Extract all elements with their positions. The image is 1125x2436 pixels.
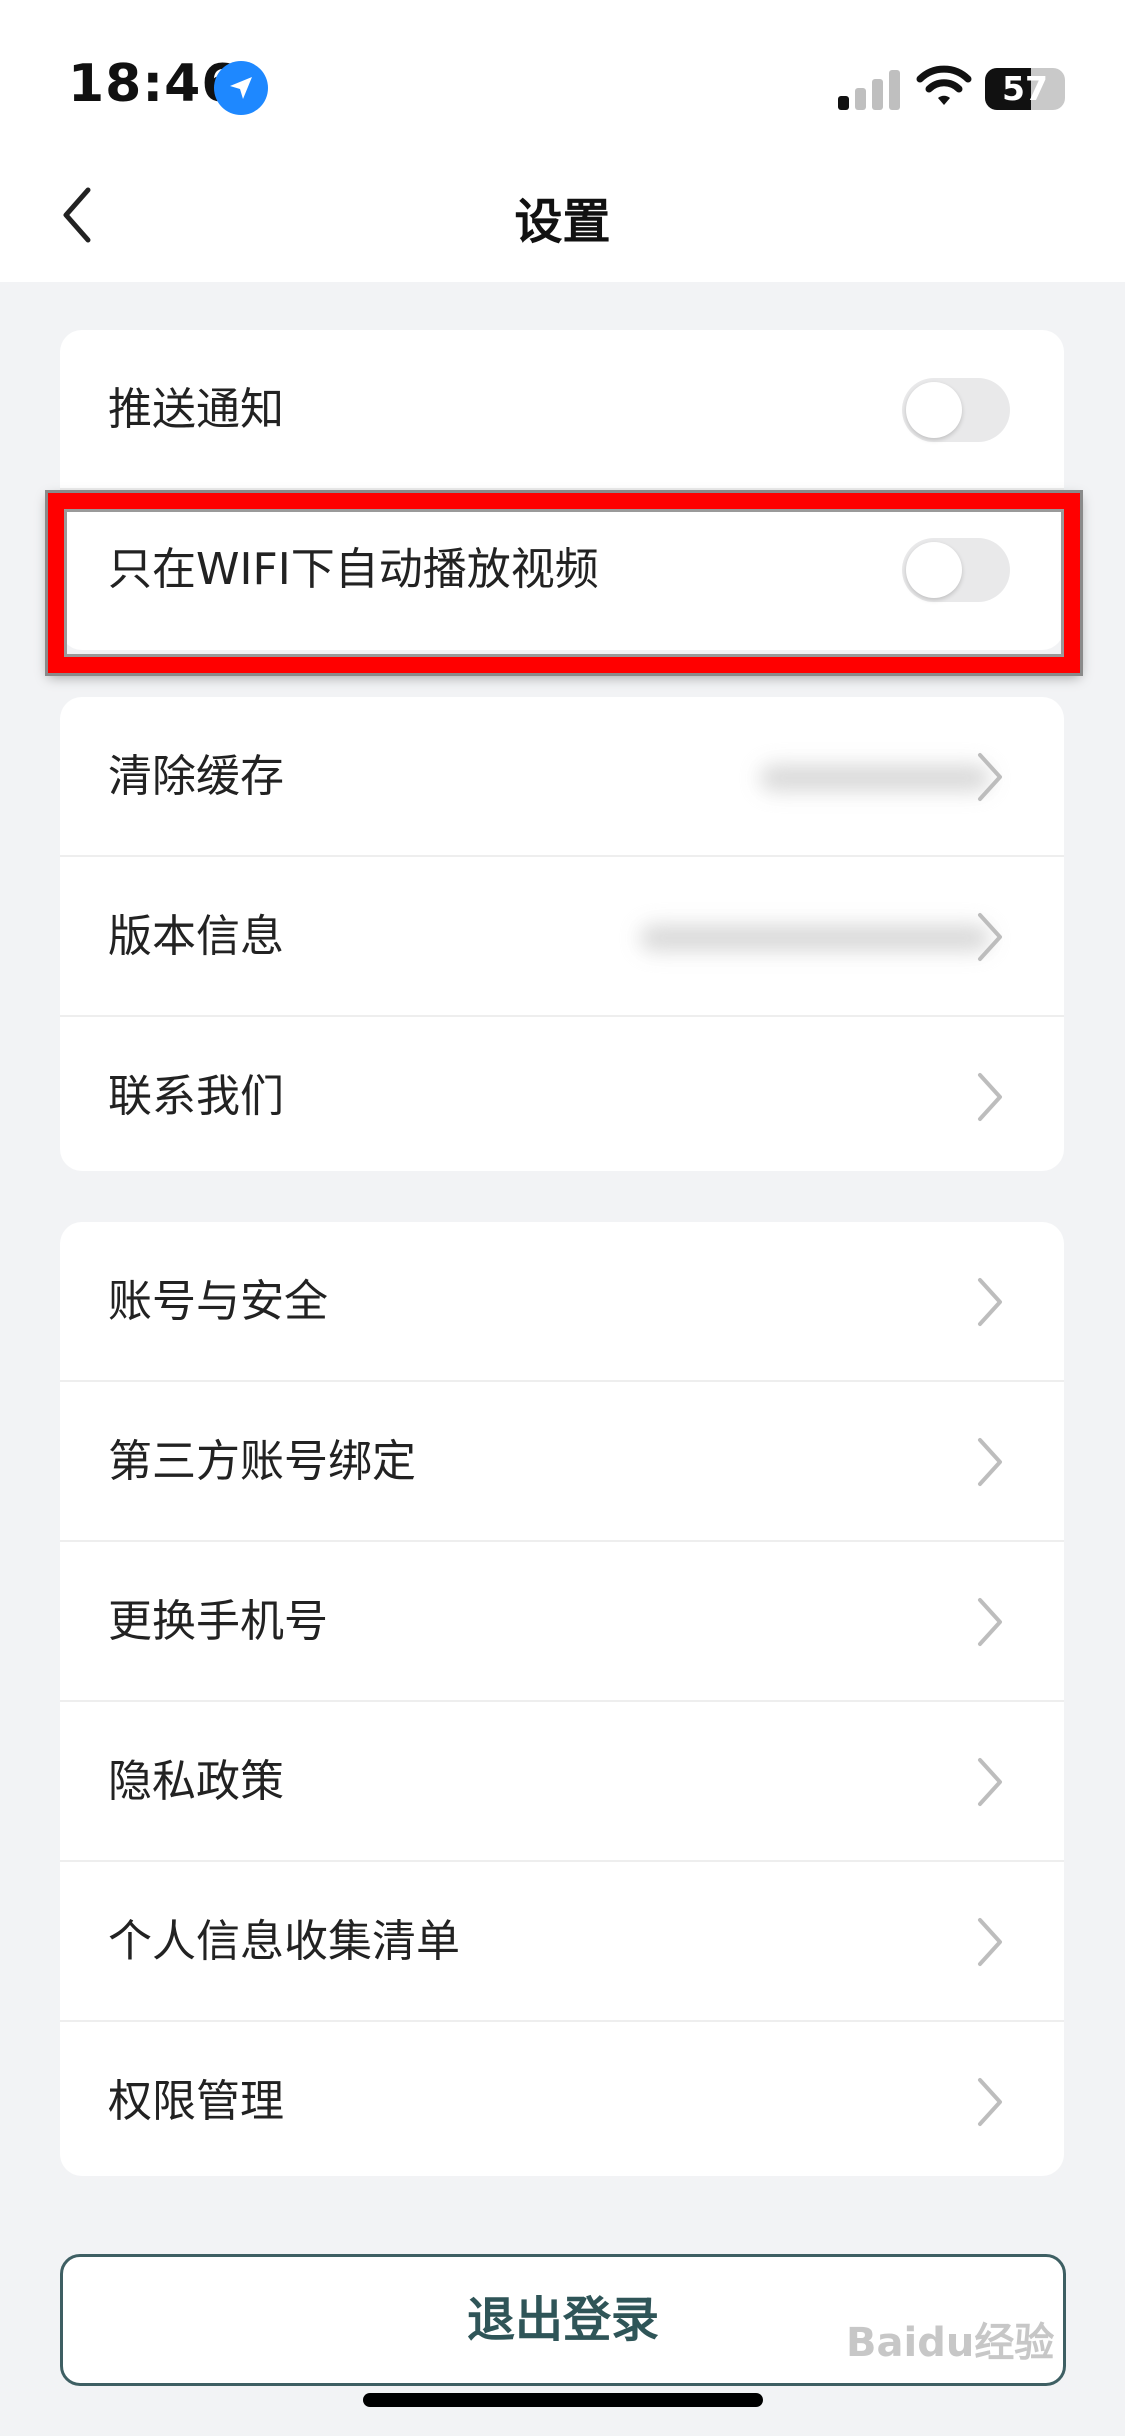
version-value-blurred bbox=[640, 925, 990, 951]
row-privacy-policy[interactable]: 隐私政策 bbox=[60, 1702, 1064, 1862]
row-personal-info-list[interactable]: 个人信息收集清单 bbox=[60, 1862, 1064, 2022]
status-time: 18:46 bbox=[68, 54, 239, 114]
chevron-right-icon bbox=[978, 2078, 1002, 2126]
row-clear-cache[interactable]: 清除缓存 bbox=[60, 697, 1064, 857]
chevron-right-icon bbox=[978, 1278, 1002, 1326]
baidu-jingyan-watermark: Baidu经验 bbox=[846, 2290, 1076, 2380]
page-title: 设置 bbox=[514, 194, 611, 250]
row-label: 清除缓存 bbox=[108, 751, 284, 802]
row-label: 第三方账号绑定 bbox=[108, 1436, 416, 1487]
row-label: 更换手机号 bbox=[108, 1596, 328, 1647]
row-label: 权限管理 bbox=[108, 2076, 284, 2127]
row-contact-us[interactable]: 联系我们 bbox=[60, 1017, 1064, 1177]
row-label: 推送通知 bbox=[108, 384, 284, 435]
row-label: 版本信息 bbox=[108, 911, 284, 962]
chevron-right-icon bbox=[978, 1438, 1002, 1486]
cache-size-value-blurred bbox=[760, 765, 990, 791]
row-account-security[interactable]: 账号与安全 bbox=[60, 1222, 1064, 1382]
chevron-right-icon bbox=[978, 1598, 1002, 1646]
toggle-knob bbox=[906, 382, 962, 438]
signal-icon bbox=[838, 70, 900, 110]
row-third-party-binding[interactable]: 第三方账号绑定 bbox=[60, 1382, 1064, 1542]
watermark-brand: Baidu经验 bbox=[846, 2320, 1055, 2366]
chevron-right-icon bbox=[978, 1073, 1002, 1121]
push-notification-toggle[interactable] bbox=[902, 378, 1010, 442]
top-bar: 18:46 57 设置 bbox=[0, 0, 1125, 282]
highlight-box bbox=[48, 493, 1080, 673]
location-arrow-icon bbox=[214, 61, 268, 115]
row-label: 联系我们 bbox=[108, 1071, 284, 1122]
battery-icon: 57 bbox=[985, 68, 1065, 110]
row-change-phone[interactable]: 更换手机号 bbox=[60, 1542, 1064, 1702]
row-label: 隐私政策 bbox=[108, 1756, 284, 1807]
battery-level: 57 bbox=[1002, 69, 1048, 108]
chevron-right-icon bbox=[978, 913, 1002, 961]
chevron-right-icon bbox=[978, 753, 1002, 801]
row-push-notifications: 推送通知 bbox=[60, 330, 1064, 490]
highlight-inner-border bbox=[64, 509, 1064, 657]
chevron-right-icon bbox=[978, 1758, 1002, 1806]
row-label: 账号与安全 bbox=[108, 1276, 328, 1327]
settings-card-account: 账号与安全 第三方账号绑定 更换手机号 隐私政策 个人信息收集清单 权限管理 bbox=[60, 1222, 1064, 2176]
row-label: 个人信息收集清单 bbox=[108, 1916, 460, 1967]
row-version-info[interactable]: 版本信息 bbox=[60, 857, 1064, 1017]
settings-card-app: 清除缓存 版本信息 联系我们 bbox=[60, 697, 1064, 1171]
chevron-right-icon bbox=[978, 1918, 1002, 1966]
row-permission-management[interactable]: 权限管理 bbox=[60, 2022, 1064, 2182]
wifi-icon bbox=[916, 65, 972, 105]
home-indicator bbox=[363, 2393, 763, 2407]
